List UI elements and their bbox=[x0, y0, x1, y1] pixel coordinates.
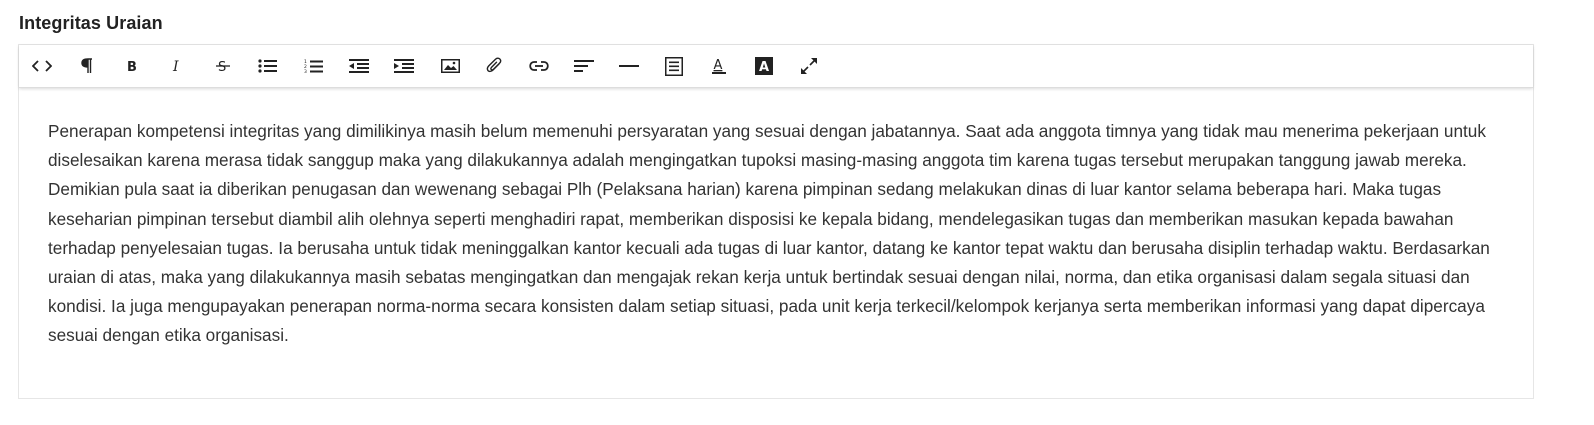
svg-text:A: A bbox=[759, 60, 769, 75]
insert-link-button[interactable] bbox=[524, 53, 554, 79]
italic-icon: I bbox=[172, 59, 179, 73]
horizontal-rule-button[interactable] bbox=[614, 53, 644, 79]
svg-text:I: I bbox=[172, 59, 179, 73]
horizontal-rule-icon bbox=[619, 65, 639, 67]
outdent-button[interactable] bbox=[344, 53, 374, 79]
bold-icon: B bbox=[127, 60, 137, 73]
paperclip-icon bbox=[486, 57, 502, 73]
align-button[interactable] bbox=[569, 53, 599, 79]
svg-text:S: S bbox=[218, 60, 226, 74]
unordered-list-button[interactable] bbox=[253, 53, 283, 79]
paragraph-button[interactable] bbox=[72, 53, 102, 79]
code-icon bbox=[32, 60, 52, 72]
code-view-button[interactable] bbox=[27, 53, 57, 79]
highlight-color-button[interactable]: A bbox=[749, 53, 779, 79]
ordered-list-button[interactable]: 1 2 3 bbox=[299, 53, 329, 79]
svg-text:B: B bbox=[127, 60, 137, 73]
expand-icon bbox=[801, 58, 817, 74]
indent-button[interactable] bbox=[389, 53, 419, 79]
fullscreen-button[interactable] bbox=[794, 53, 824, 79]
bold-button[interactable]: B bbox=[117, 53, 147, 79]
outdent-icon bbox=[349, 59, 369, 73]
svg-text:3: 3 bbox=[304, 69, 307, 74]
background-color-icon: A bbox=[755, 57, 773, 75]
link-icon bbox=[529, 61, 549, 71]
pilcrow-icon bbox=[81, 58, 92, 73]
field-label: Integritas Uraian bbox=[19, 13, 163, 33]
text-color-icon: A bbox=[712, 58, 726, 74]
align-left-icon bbox=[574, 60, 594, 72]
editor-toolbar: B I S 1 2 3 A A bbox=[19, 45, 1533, 88]
rich-text-editor: B I S 1 2 3 A A Penerapan kompetensi int… bbox=[18, 44, 1534, 399]
bullet-list-icon bbox=[258, 59, 277, 73]
indent-icon bbox=[394, 59, 414, 73]
font-color-button[interactable]: A bbox=[704, 53, 734, 79]
image-icon bbox=[440, 59, 460, 73]
numbered-list-icon: 1 2 3 bbox=[304, 59, 323, 74]
strikethrough-button[interactable]: S bbox=[208, 53, 238, 79]
svg-text:A: A bbox=[714, 58, 723, 73]
document-lines-icon bbox=[665, 56, 683, 76]
italic-button[interactable]: I bbox=[163, 53, 193, 79]
editor-content[interactable]: Penerapan kompetensi integritas yang dim… bbox=[48, 117, 1518, 351]
insert-file-button[interactable] bbox=[479, 53, 509, 79]
format-block-button[interactable] bbox=[659, 53, 689, 79]
insert-image-button[interactable] bbox=[435, 53, 465, 79]
strikethrough-icon: S bbox=[216, 60, 230, 74]
